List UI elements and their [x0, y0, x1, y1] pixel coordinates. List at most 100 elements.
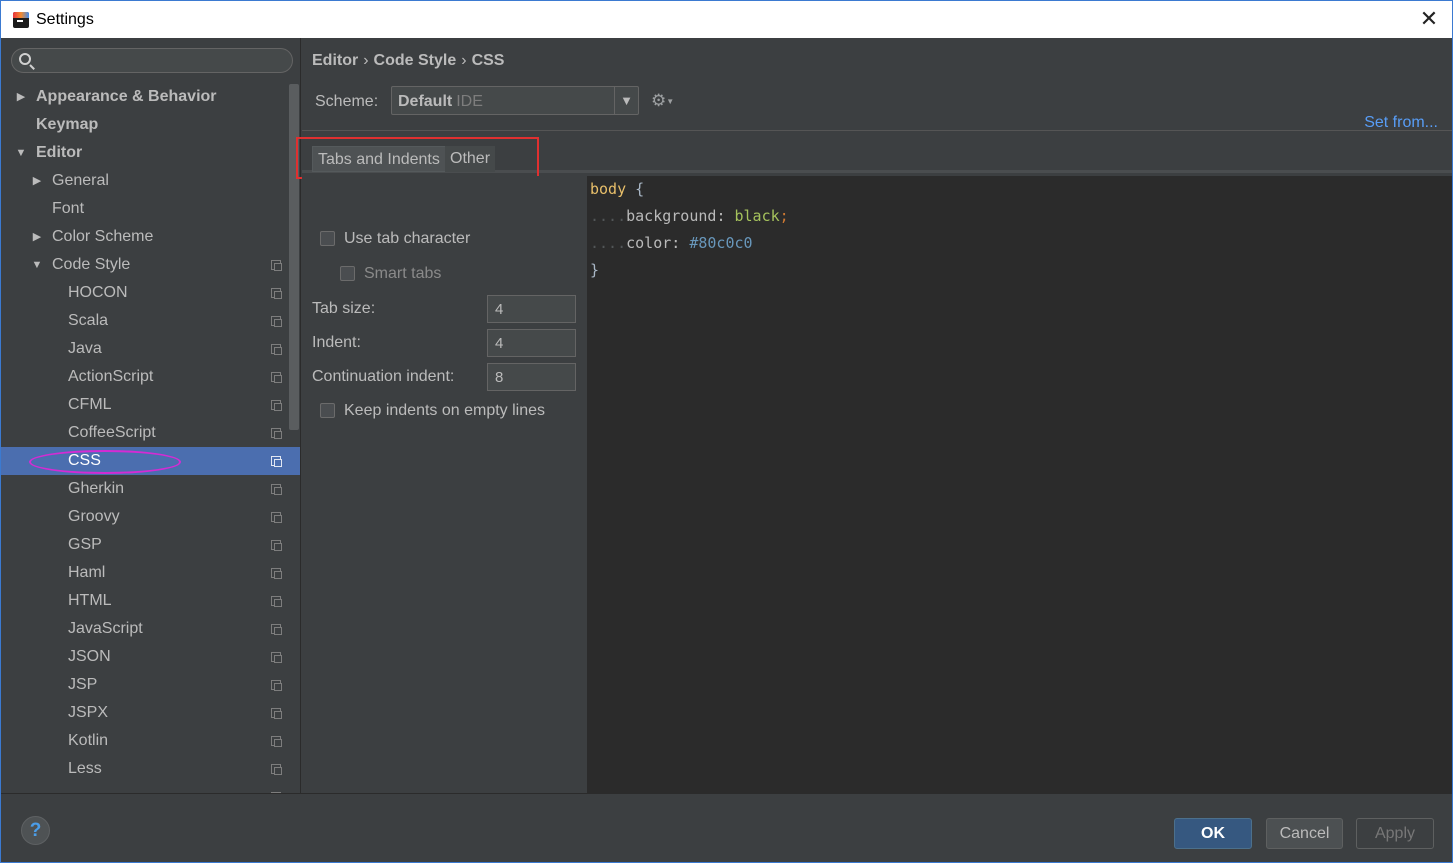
css-selector: body: [590, 180, 627, 198]
tab-size-input[interactable]: [487, 295, 576, 323]
project-scope-icon: [271, 652, 282, 663]
indent-label: Indent:: [312, 334, 361, 351]
sidebar-item-jspx[interactable]: JSPX: [1, 699, 300, 727]
main-panel: Editor › Code Style › CSS Scheme: Default IDE…: [296, 38, 1452, 793]
sidebar-item-appearance-behavior[interactable]: ▶ Appearance & Behavior: [1, 83, 300, 111]
settings-search[interactable]: [11, 48, 293, 73]
close-icon[interactable]: ✕: [1418, 8, 1440, 31]
project-scope-icon: [271, 260, 282, 271]
sidebar-item-gherkin[interactable]: Gherkin: [1, 475, 300, 503]
search-icon: [19, 53, 31, 65]
tab-other[interactable]: Other: [445, 146, 496, 172]
sidebar-item-coffeescript[interactable]: CoffeeScript: [1, 419, 300, 447]
css-colon: :: [716, 207, 726, 225]
sidebar-item-jsp[interactable]: JSP: [1, 671, 300, 699]
tab-tabs-and-indents[interactable]: Tabs and Indents: [312, 146, 446, 172]
cancel-button[interactable]: Cancel: [1266, 818, 1343, 849]
scheme-label: Scheme:: [315, 93, 379, 110]
checkbox-box[interactable]: [340, 266, 355, 281]
sidebar-item-groovy[interactable]: Groovy: [1, 503, 300, 531]
sidebar-item-label: Code Style: [52, 256, 131, 273]
checkbox-box[interactable]: [320, 231, 335, 246]
sidebar-item-javascript[interactable]: JavaScript: [1, 615, 300, 643]
scheme-dropdown[interactable]: Default IDE ▼: [391, 86, 639, 115]
project-scope-icon: [271, 316, 282, 327]
sidebar-item-label: JSPX: [68, 704, 109, 721]
breadcrumb-css: CSS: [471, 52, 505, 69]
checkbox-label: Keep indents on empty lines: [344, 402, 546, 419]
chevron-down-icon[interactable]: ▼: [614, 87, 638, 114]
sidebar-item-label: Font: [52, 200, 85, 217]
sidebar-item-partial[interactable]: [1, 783, 300, 793]
title-bar: Settings ✕: [0, 0, 1453, 38]
project-scope-icon: [271, 764, 282, 775]
continuation-indent-input[interactable]: [487, 363, 576, 391]
project-scope-icon: [271, 400, 282, 411]
breadcrumb-editor: Editor: [312, 52, 359, 69]
sidebar-item-scala[interactable]: Scala: [1, 307, 300, 335]
sidebar-item-kotlin[interactable]: Kotlin: [1, 727, 300, 755]
sidebar-item-json[interactable]: JSON: [1, 643, 300, 671]
chevron-down-icon[interactable]: ▼: [15, 139, 27, 167]
chevron-down-icon[interactable]: ▼: [31, 251, 43, 279]
chevron-right-icon[interactable]: ▶: [15, 83, 27, 111]
css-colon: :: [671, 234, 681, 252]
code-line: body {: [590, 176, 644, 203]
checkbox-label: Smart tabs: [364, 265, 442, 282]
project-scope-icon: [271, 624, 282, 635]
sidebar-item-editor[interactable]: ▼ Editor: [1, 139, 300, 167]
sidebar-item-label: JSON: [68, 648, 111, 665]
sidebar-item-actionscript[interactable]: ActionScript: [1, 363, 300, 391]
search-input[interactable]: [38, 51, 288, 70]
sidebar-item-label: CoffeeScript: [68, 424, 156, 441]
sidebar-item-label: Scala: [68, 312, 109, 329]
project-scope-icon: [271, 288, 282, 299]
breadcrumb-code-style: Code Style: [373, 52, 457, 69]
project-scope-icon: [271, 596, 282, 607]
ok-button[interactable]: OK: [1174, 818, 1252, 849]
breadcrumb: Editor › Code Style › CSS: [312, 52, 504, 70]
code-line: ....color: #80c0c0: [590, 230, 753, 257]
sidebar-item-html[interactable]: HTML: [1, 587, 300, 615]
sidebar-item-keymap[interactable]: Keymap: [1, 111, 300, 139]
sidebar-item-label: CFML: [68, 396, 112, 413]
indent-input[interactable]: [487, 329, 576, 357]
project-scope-icon: [271, 680, 282, 691]
sidebar-item-java[interactable]: Java: [1, 335, 300, 363]
sidebar-item-label: Color Scheme: [52, 228, 154, 245]
dialog-footer: ? OK Cancel Apply: [1, 793, 1452, 862]
gear-icon[interactable]: ⚙▼: [651, 91, 674, 111]
chevron-right-icon[interactable]: ▶: [31, 167, 43, 195]
breadcrumb-separator: ›: [363, 52, 369, 69]
sidebar-item-label: Appearance & Behavior: [36, 88, 217, 105]
settings-tree: ▶ Appearance & Behavior Keymap ▼ Editor …: [1, 83, 300, 793]
sidebar-item-label: ActionScript: [68, 368, 154, 385]
apply-button[interactable]: Apply: [1356, 818, 1434, 849]
scheme-scope: IDE: [456, 93, 483, 110]
project-scope-icon: [271, 736, 282, 747]
sidebar-item-gsp[interactable]: GSP: [1, 531, 300, 559]
continuation-indent-label: Continuation indent:: [312, 368, 455, 385]
help-button[interactable]: ?: [21, 816, 50, 845]
sidebar-item-css[interactable]: CSS: [1, 447, 300, 475]
chevron-right-icon[interactable]: ▶: [31, 223, 43, 251]
sidebar-item-code-style[interactable]: ▼ Code Style: [1, 251, 300, 279]
css-property: color: [626, 234, 672, 252]
code-preview[interactable]: body { ....background: black; ....color:…: [588, 176, 1452, 793]
sidebar-item-font[interactable]: Font: [1, 195, 300, 223]
sidebar-item-label: CSS: [68, 452, 101, 469]
sidebar-item-color-scheme[interactable]: ▶ Color Scheme: [1, 223, 300, 251]
sidebar-item-label: Keymap: [36, 116, 99, 133]
sidebar-item-general[interactable]: ▶ General: [1, 167, 300, 195]
sidebar-item-less[interactable]: Less: [1, 755, 300, 783]
indent-guide: ....: [590, 234, 627, 252]
checkbox-box[interactable]: [320, 403, 335, 418]
sidebar-scrollbar[interactable]: [289, 84, 299, 430]
sidebar-item-hocon[interactable]: HOCON: [1, 279, 300, 307]
sidebar-item-cfml[interactable]: CFML: [1, 391, 300, 419]
sidebar-item-label: JSP: [68, 676, 98, 693]
breadcrumb-separator: ›: [461, 52, 467, 69]
sidebar-item-haml[interactable]: Haml: [1, 559, 300, 587]
project-scope-icon: [271, 428, 282, 439]
continuation-indent-row: Continuation indent:: [312, 363, 578, 391]
